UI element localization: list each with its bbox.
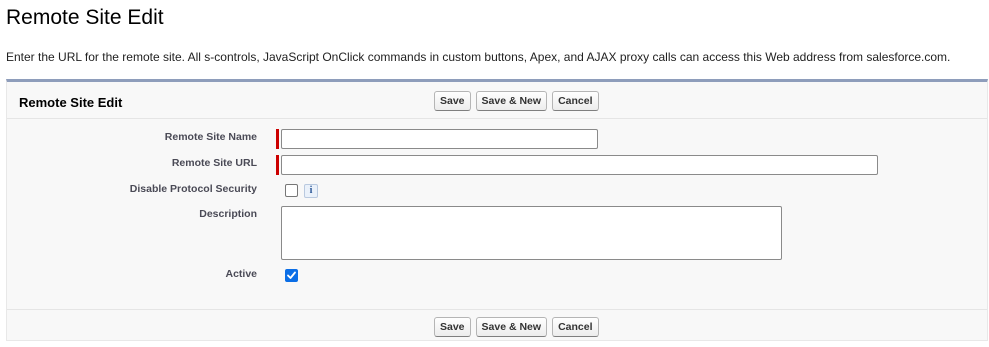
save-and-new-button[interactable]: Save & New [475, 317, 548, 337]
description-label: Description [199, 208, 257, 220]
top-button-row: Save Save & New Cancel [434, 91, 599, 111]
disable-protocol-security-label: Disable Protocol Security [129, 183, 257, 195]
page-title: Remote Site Edit [6, 6, 164, 29]
block-header: Remote Site Edit Save Save & New Cancel [7, 82, 987, 119]
remote-site-url-label: Remote Site URL [171, 157, 257, 169]
edit-block: Remote Site Edit Save Save & New Cancel … [6, 79, 988, 341]
remote-site-name-label: Remote Site Name [164, 131, 257, 143]
page-description: Enter the URL for the remote site. All s… [6, 50, 951, 64]
block-title: Remote Site Edit [19, 95, 123, 110]
bottom-button-row: Save Save & New Cancel [434, 317, 599, 337]
active-label: Active [225, 268, 257, 280]
description-textarea[interactable] [281, 206, 782, 260]
info-icon[interactable]: i [304, 184, 318, 198]
footer-divider [7, 309, 987, 310]
required-indicator [276, 155, 279, 175]
remote-site-url-input[interactable] [281, 155, 878, 175]
required-indicator [276, 129, 279, 149]
save-button[interactable]: Save [434, 91, 471, 111]
disable-protocol-security-checkbox[interactable] [285, 184, 298, 197]
cancel-button[interactable]: Cancel [552, 91, 599, 111]
cancel-button[interactable]: Cancel [552, 317, 599, 337]
save-and-new-button[interactable]: Save & New [475, 91, 548, 111]
active-checkbox[interactable] [285, 269, 298, 282]
save-button[interactable]: Save [434, 317, 471, 337]
remote-site-name-input[interactable] [281, 129, 598, 149]
checkmark-icon [287, 271, 296, 279]
